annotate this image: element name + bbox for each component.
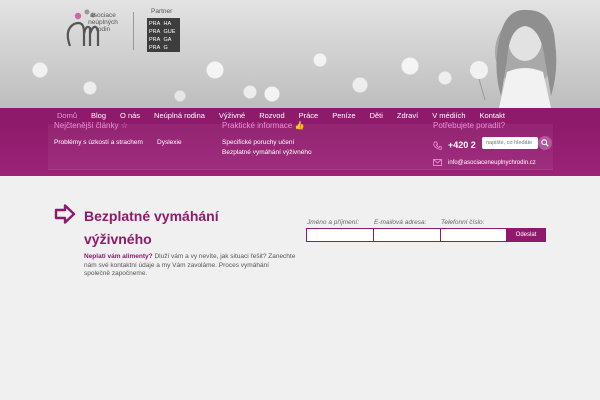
email-link[interactable]: info@asociaceneuplnychrodin.cz [448,160,536,166]
logo-divider [133,12,134,50]
phone-field[interactable] [440,228,507,242]
praha-partner-logo[interactable]: PRA HA PRA GUE PRA GA PRA G [147,18,180,52]
help-title: Potřebujete poradit? [433,121,506,130]
star-icon: ☆ [120,121,128,130]
arrow-right-icon [54,204,76,224]
name-label: Jméno a příjmení: [307,219,360,226]
page-title: Bezplatné vymáhání výživného [84,208,219,247]
email-row: info@asociaceneuplnychrodin.cz [433,159,536,166]
link-specificke-poruchy[interactable]: Specifické poruchy učení [222,139,294,146]
description-lead: Neplatí vám alimenty? [84,253,153,260]
submit-button[interactable]: Odeslat [506,228,546,242]
email-label: E-mailová adresa: [374,219,427,226]
most-read-title: Nejčtenější články ☆ [54,121,128,130]
phone-icon [433,140,442,150]
nav-item-zdravi[interactable]: Zdraví [390,108,425,124]
link-dyslexie[interactable]: Dyslexie [157,139,182,146]
search-icon [541,139,549,147]
partner-label: Partner [151,8,173,15]
nav-item-penize[interactable]: Peníze [325,108,362,124]
phone-row: +420 2 [433,139,476,151]
phone-label: Telefonní číslo: [441,219,485,226]
link-uzkost[interactable]: Problémy s úzkostí a strachem [54,139,143,146]
phone-number[interactable]: +420 2 [448,140,476,150]
email-field[interactable] [373,228,441,242]
name-field[interactable] [306,228,374,242]
logo-wordmark: asociace neúplných rodin [88,12,118,33]
envelope-icon [433,159,442,166]
hero-banner: asociace neúplných rodin Partner PRA HA P… [0,0,600,108]
girl-photo [470,9,557,108]
practical-info-title: Praktické informace 👍 [222,121,305,130]
page-description: Neplatí vám alimenty? Dluží vám a vy nev… [84,253,296,279]
search-button[interactable] [538,136,552,150]
nav-item-neuplna-rodina[interactable]: Neúplná rodina [147,108,212,124]
link-bezplatne-vymahani[interactable]: Bezplatné vymáhání výživného [222,149,312,156]
search-input[interactable] [482,137,538,149]
nav-item-deti[interactable]: Děti [363,108,390,124]
thumbs-up-icon: 👍 [294,121,305,130]
